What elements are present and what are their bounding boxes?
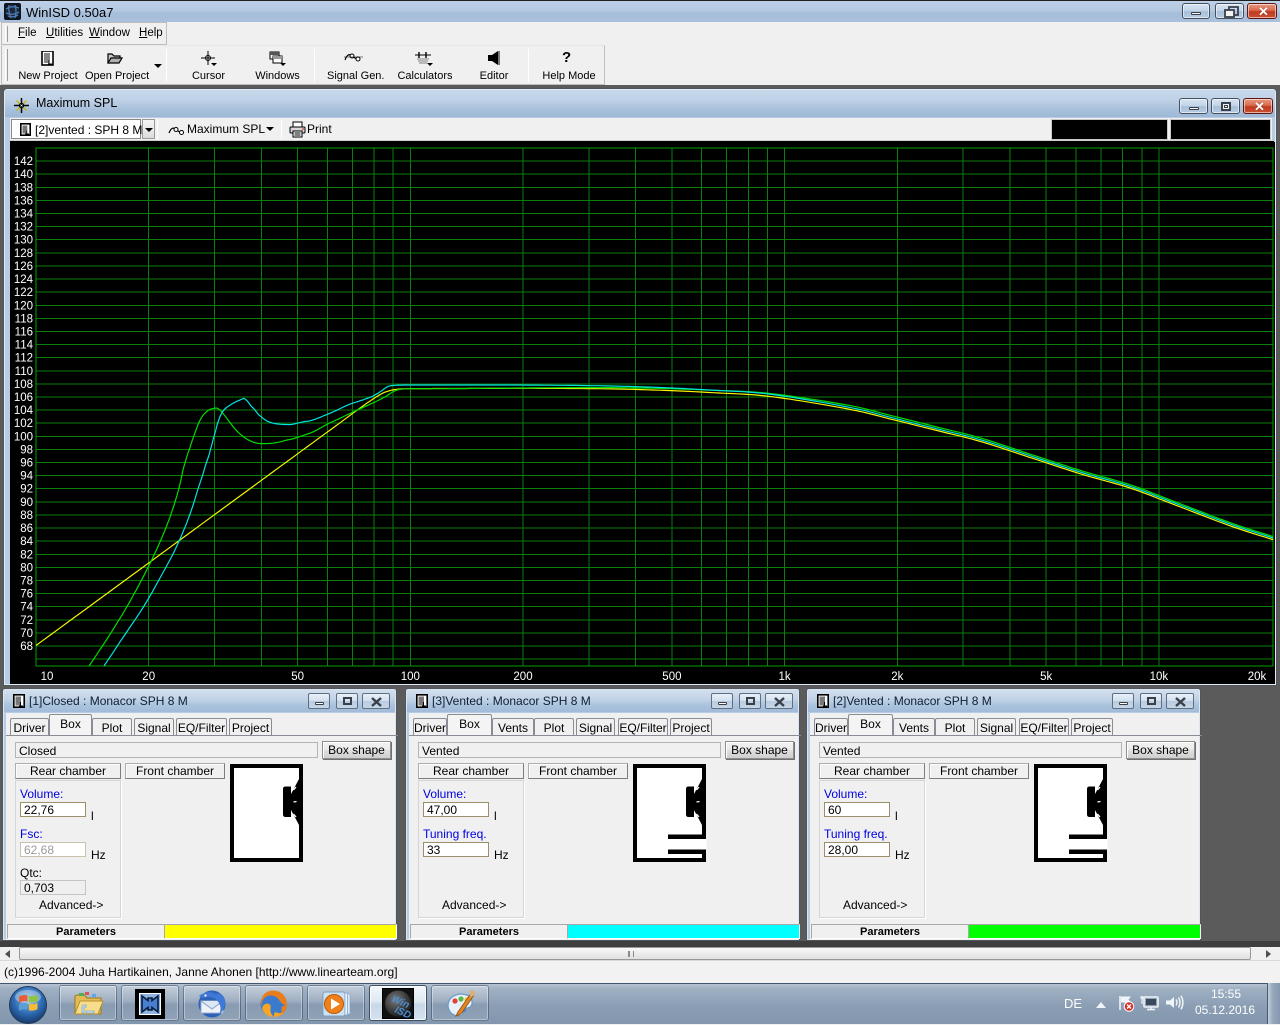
svg-text:50: 50 [291, 671, 304, 683]
svg-text:20: 20 [142, 671, 155, 683]
svg-text:138: 138 [14, 182, 33, 194]
svg-text:122: 122 [14, 287, 33, 299]
svg-text:10: 10 [41, 671, 54, 683]
svg-text:92: 92 [20, 484, 33, 496]
svg-text:88: 88 [20, 510, 33, 522]
svg-text:90: 90 [20, 497, 33, 509]
svg-text:500: 500 [662, 671, 681, 683]
svg-text:126: 126 [14, 261, 33, 273]
svg-text:5k: 5k [1040, 671, 1052, 683]
svg-text:128: 128 [14, 248, 33, 260]
svg-text:104: 104 [14, 405, 34, 417]
svg-text:110: 110 [15, 366, 33, 378]
svg-text:72: 72 [20, 615, 33, 627]
svg-text:114: 114 [15, 340, 34, 352]
svg-text:134: 134 [14, 209, 34, 221]
svg-text:132: 132 [14, 222, 33, 234]
svg-text:1k: 1k [779, 671, 791, 683]
svg-text:124: 124 [14, 274, 34, 286]
svg-text:96: 96 [20, 458, 33, 470]
svg-text:118: 118 [15, 313, 33, 325]
svg-text:74: 74 [20, 602, 33, 614]
svg-text:102: 102 [14, 418, 33, 430]
svg-text:142: 142 [14, 156, 33, 168]
svg-text:130: 130 [14, 235, 33, 247]
svg-text:106: 106 [14, 392, 33, 404]
svg-text:100: 100 [401, 671, 420, 683]
svg-text:78: 78 [20, 576, 33, 588]
svg-text:86: 86 [20, 523, 33, 535]
svg-text:84: 84 [20, 536, 33, 548]
svg-text:200: 200 [513, 671, 532, 683]
svg-text:20k: 20k [1248, 671, 1267, 683]
svg-text:108: 108 [14, 379, 33, 391]
svg-text:136: 136 [14, 195, 33, 207]
svg-text:10k: 10k [1150, 671, 1169, 683]
svg-text:94: 94 [20, 471, 33, 483]
svg-text:98: 98 [20, 444, 33, 456]
svg-text:120: 120 [14, 300, 33, 312]
svg-text:140: 140 [14, 169, 33, 181]
svg-text:116: 116 [15, 327, 33, 339]
svg-text:100: 100 [14, 431, 33, 443]
svg-text:112: 112 [15, 353, 33, 365]
svg-text:70: 70 [20, 628, 33, 640]
svg-text:2k: 2k [891, 671, 903, 683]
svg-text:82: 82 [20, 549, 33, 561]
svg-text:76: 76 [20, 589, 33, 601]
svg-text:80: 80 [20, 562, 33, 574]
svg-text:68: 68 [20, 641, 33, 653]
